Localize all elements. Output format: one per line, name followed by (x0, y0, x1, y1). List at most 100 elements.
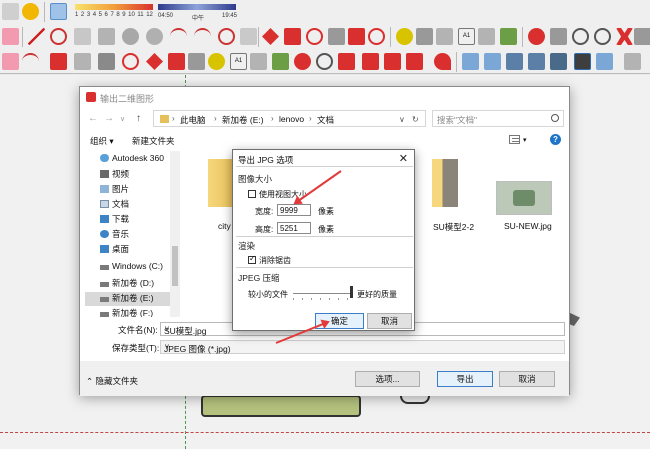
back-arrow-icon[interactable]: ← (88, 113, 98, 124)
zoom-extents-tool-icon[interactable] (338, 53, 355, 70)
forward-arrow-icon[interactable]: → (104, 113, 114, 124)
extension-icon[interactable] (384, 53, 401, 70)
quality-slider-thumb[interactable] (349, 286, 353, 298)
address-dropdown-icon[interactable]: ∨ (399, 115, 405, 124)
nav-item-pictures[interactable]: 图片 (100, 183, 129, 197)
push-pull-icon[interactable] (284, 28, 301, 45)
file-item-su-model[interactable]: SU模型2-2 (433, 221, 474, 233)
new-folder-button[interactable]: 新建文件夹 (132, 135, 175, 147)
pie-icon[interactable] (240, 28, 257, 45)
eraser-icon[interactable] (50, 3, 67, 20)
hidden-line-icon[interactable] (528, 53, 545, 70)
nav-item-music[interactable]: 音乐 (100, 228, 129, 242)
shaded-icon[interactable] (550, 53, 567, 70)
file-item-su-new-jpg[interactable]: SU-NEW.jpg (504, 221, 552, 231)
nav-item-drive-e[interactable]: 新加卷 (E:) (85, 292, 170, 306)
previous-view-icon[interactable] (634, 28, 650, 45)
model-geometry[interactable] (201, 395, 361, 417)
antialias-checkbox[interactable] (248, 254, 256, 264)
location-icon[interactable] (434, 53, 451, 70)
use-view-size-checkbox[interactable] (248, 190, 256, 198)
arc-icon[interactable] (170, 28, 187, 45)
cancel-button[interactable]: 取消 (499, 371, 555, 387)
follow-me-icon[interactable] (328, 28, 345, 45)
walk-icon[interactable] (272, 53, 289, 70)
freehand-icon[interactable] (50, 28, 67, 45)
share-icon[interactable] (406, 53, 423, 70)
two-point-arc-icon[interactable] (194, 28, 211, 45)
shaded-textures-icon[interactable] (574, 53, 591, 70)
up-arrow-icon[interactable]: ↑ (136, 113, 141, 124)
quality-slider-track[interactable] (293, 293, 351, 294)
hide-folders-toggle[interactable]: ⌃ 隐藏文件夹 (86, 375, 138, 387)
shadow-color-scale[interactable] (75, 4, 153, 10)
time-slider[interactable] (158, 4, 236, 10)
nav-item-documents[interactable]: 文档 (100, 198, 129, 212)
follow-me-tool-icon[interactable] (188, 53, 205, 70)
view-dropdown-icon[interactable]: ▾ (523, 136, 527, 144)
zoom-tool-icon[interactable] (316, 53, 333, 70)
zoom-icon[interactable] (572, 28, 589, 45)
tape-tool-icon[interactable] (208, 53, 225, 70)
breadcrumb-lenovo[interactable]: lenovo (279, 114, 304, 124)
breadcrumb-documents[interactable]: 文档 (317, 114, 334, 126)
image-thumbnail[interactable] (496, 181, 552, 215)
pencil-icon[interactable] (28, 28, 45, 45)
wireframe-icon[interactable] (506, 53, 523, 70)
paint-icon[interactable] (74, 53, 91, 70)
3d-text-icon[interactable] (500, 28, 517, 45)
search-input[interactable]: 搜索"文档" (432, 110, 564, 127)
nav-scrollbar-thumb[interactable] (172, 246, 178, 286)
jpg-cancel-button[interactable]: 取消 (367, 313, 412, 329)
organize-menu[interactable]: 组织 ▾ (90, 135, 114, 147)
breadcrumb-this-pc[interactable]: 此电脑 (180, 114, 206, 126)
add-icon[interactable] (2, 3, 19, 20)
dialog-title-bar[interactable]: 输出二维图形 (80, 87, 569, 107)
help-icon[interactable]: ? (550, 134, 561, 145)
export-button[interactable]: 导出 (437, 371, 493, 387)
file-item-city[interactable]: city (218, 221, 231, 231)
three-point-arc-icon[interactable] (218, 28, 235, 45)
scale-icon[interactable] (348, 28, 365, 45)
nav-item-videos[interactable]: 视频 (100, 168, 129, 182)
refresh-icon[interactable]: ↻ (412, 115, 419, 124)
height-input[interactable]: 5251 (277, 222, 311, 234)
folder-icon[interactable] (432, 159, 458, 207)
arc-tool-icon[interactable] (22, 53, 39, 70)
zoom-window-icon[interactable] (594, 28, 611, 45)
monochrome-icon[interactable] (596, 53, 613, 70)
chevron-down-icon[interactable]: ∨ (164, 342, 561, 351)
orbit-icon[interactable] (528, 28, 545, 45)
rotate-tool-icon[interactable] (122, 53, 139, 70)
eraser-tool-icon[interactable] (2, 28, 19, 45)
pan-icon[interactable] (550, 28, 567, 45)
view-options-icon[interactable] (509, 135, 520, 144)
house-icon[interactable] (624, 53, 641, 70)
nav-item-drive-f[interactable]: 新加卷 (F:) (100, 307, 153, 317)
nav-item-autodesk-360[interactable]: Autodesk 360 (100, 153, 164, 167)
folder-icon[interactable] (208, 159, 234, 207)
rectangle-icon[interactable] (74, 28, 91, 45)
axes-icon[interactable] (478, 28, 495, 45)
nav-item-desktop[interactable]: 桌面 (100, 243, 129, 257)
nav-item-drive-d[interactable]: 新加卷 (D:) (100, 277, 154, 291)
component-icon[interactable] (98, 53, 115, 70)
filetype-select[interactable]: JPEG 图像 (*.jpg) ∨ (160, 340, 565, 354)
scale-tool-icon[interactable] (168, 53, 185, 70)
nav-item-downloads[interactable]: 下载 (100, 213, 129, 227)
look-around-icon[interactable] (294, 53, 311, 70)
breadcrumb-drive-e[interactable]: 新加卷 (E:) (222, 114, 264, 126)
xray-icon[interactable] (462, 53, 479, 70)
section-icon[interactable] (250, 53, 267, 70)
offset-icon[interactable] (368, 28, 385, 45)
zoom-extents-icon[interactable] (616, 28, 633, 45)
move-icon[interactable] (262, 28, 279, 45)
nav-scrollbar[interactable] (170, 151, 180, 317)
back-edges-icon[interactable] (484, 53, 501, 70)
nav-item-drive-c[interactable]: Windows (C:) (100, 261, 163, 275)
move-tool-icon[interactable] (146, 53, 163, 70)
options-button[interactable]: 选项... (355, 371, 420, 387)
select-icon[interactable] (2, 53, 19, 70)
circle-icon[interactable] (122, 28, 139, 45)
polygon-icon[interactable] (146, 28, 163, 45)
